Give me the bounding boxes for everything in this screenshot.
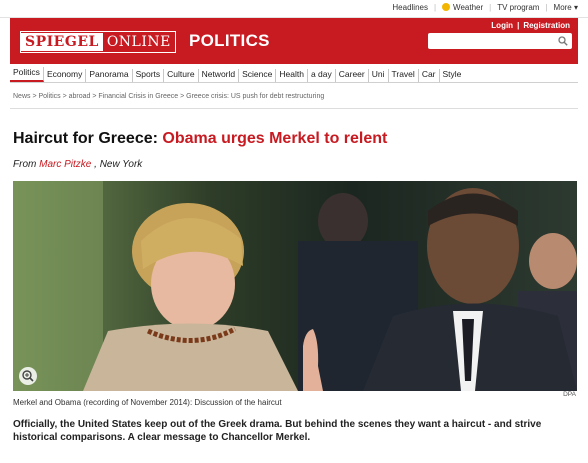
nav-item-science[interactable]: Science	[239, 69, 277, 82]
photo-illustration	[13, 181, 577, 391]
more-link[interactable]: More ▾	[554, 3, 578, 12]
main-navigation: Politics Economy Panorama Sports Culture…	[10, 66, 578, 83]
site-header: SPIEGEL ONLINE POLITICS Login | Registra…	[10, 18, 578, 64]
zoom-button[interactable]	[19, 367, 37, 385]
nav-item-economy[interactable]: Economy	[44, 69, 87, 82]
divider	[10, 108, 578, 109]
byline-from: From	[13, 159, 37, 170]
nav-item-culture[interactable]: Culture	[164, 69, 199, 82]
nav-item-travel[interactable]: Travel	[389, 69, 419, 82]
separator: |	[489, 3, 492, 12]
headlines-link[interactable]: Headlines	[392, 3, 428, 12]
nav-item-style[interactable]: Style	[440, 69, 465, 82]
nav-item-career[interactable]: Career	[336, 69, 369, 82]
byline: From Marc Pitzke , New York	[13, 159, 142, 170]
article-photo[interactable]	[13, 181, 577, 391]
sun-icon	[442, 3, 451, 11]
nav-item-panorama[interactable]: Panorama	[86, 69, 133, 82]
search-input[interactable]	[428, 33, 572, 49]
separator: |	[433, 3, 437, 12]
site-logo[interactable]: SPIEGEL ONLINE	[20, 31, 176, 53]
byline-place: , New York	[94, 159, 143, 170]
separator: |	[545, 3, 548, 12]
nav-item-networld[interactable]: Networld	[199, 69, 240, 82]
logo-spiegel: SPIEGEL	[21, 33, 103, 51]
search-icon[interactable]	[558, 36, 568, 46]
breadcrumb[interactable]: News > Politics > abroad > Financial Cri…	[13, 93, 324, 100]
logo-online: ONLINE	[106, 34, 171, 50]
separator: |	[517, 21, 520, 30]
weather-link[interactable]: Weather	[442, 3, 483, 12]
article-teaser: Officially, the United States keep out o…	[13, 419, 542, 443]
section-title[interactable]: POLITICS	[189, 31, 270, 51]
weather-label: Weather	[453, 3, 484, 12]
article-headline[interactable]: Haircut for Greece: Obama urges Merkel t…	[13, 130, 387, 148]
nav-item-a-day[interactable]: a day	[308, 69, 336, 82]
headline-main: Obama urges Merkel to relent	[162, 130, 388, 147]
account-links: Login | Registration	[491, 21, 570, 30]
photo-credit: DPA	[563, 391, 576, 398]
tv-program-link[interactable]: TV program	[497, 3, 539, 12]
login-link[interactable]: Login	[491, 21, 513, 30]
nav-item-sports[interactable]: Sports	[133, 69, 165, 82]
nav-item-car[interactable]: Car	[419, 69, 440, 82]
registration-link[interactable]: Registration	[523, 21, 570, 30]
top-utility-bar: Headlines | Weather | TV program | More …	[0, 0, 588, 18]
nav-item-uni[interactable]: Uni	[369, 69, 389, 82]
nav-item-health[interactable]: Health	[276, 69, 308, 82]
photo-caption: Merkel and Obama (recording of November …	[13, 398, 282, 407]
zoom-icon	[22, 370, 34, 382]
headline-prefix: Haircut for Greece:	[13, 130, 158, 147]
utility-links: Headlines | Weather | TV program | More …	[392, 3, 578, 12]
nav-item-politics[interactable]: Politics	[10, 67, 44, 82]
author-link[interactable]: Marc Pitzke	[39, 159, 91, 170]
